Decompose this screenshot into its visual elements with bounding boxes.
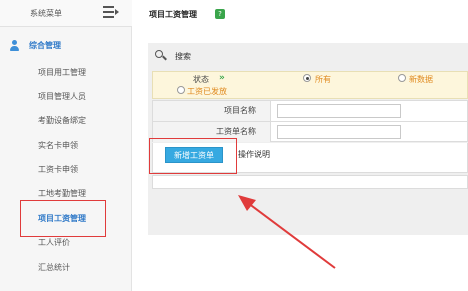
page-title: 项目工资管理 [149, 10, 197, 19]
form-row-project-name: 项目名称 [153, 101, 468, 122]
project-name-input[interactable] [277, 104, 401, 118]
filter-form: 项目名称 工资单名称 [152, 100, 468, 142]
payroll-name-input[interactable] [277, 125, 401, 139]
person-icon [9, 40, 20, 52]
radio-all-label[interactable]: 所有 [315, 74, 331, 85]
radio-all[interactable] [303, 74, 311, 82]
sidebar-item-payroll-card[interactable]: 工资卡申领 [38, 164, 78, 175]
sidebar-title: 系统菜单 [30, 9, 62, 18]
radio-wages-paid[interactable] [177, 86, 185, 94]
search-label: 搜索 [175, 52, 191, 61]
sidebar: 系统菜单 综合管理 项目用工管理 项目管理人员 考勤设备绑定 实名卡申领 工资卡… [0, 0, 132, 291]
sidebar-section-label: 综合管理 [29, 41, 61, 50]
sidebar-item-id-card[interactable]: 实名卡申领 [38, 140, 78, 151]
status-label: 状态 [193, 75, 209, 84]
status-filter: 状态 » 所有 新数据 工资已发放 [152, 71, 468, 99]
menu-toggle-icon[interactable] [103, 5, 119, 19]
sidebar-item-site-attendance[interactable]: 工地考勤管理 [38, 188, 86, 199]
sidebar-highlight-box [20, 200, 106, 237]
search-row[interactable]: 搜索 [148, 46, 468, 66]
radio-new-data-label[interactable]: 新数据 [409, 74, 433, 85]
button-highlight-box [149, 138, 237, 174]
sidebar-item-project-labor[interactable]: 项目用工管理 [38, 67, 86, 78]
results-area [152, 175, 468, 189]
sidebar-header: 系统菜单 [0, 0, 132, 27]
search-icon [155, 50, 167, 62]
radio-new-data[interactable] [398, 74, 406, 82]
radio-wages-paid-label[interactable]: 工资已发放 [187, 86, 227, 97]
instructions-link[interactable]: 操作说明 [238, 149, 270, 160]
double-chevron-icon: » [219, 73, 225, 83]
sidebar-item-attendance-device[interactable]: 考勤设备绑定 [38, 115, 86, 126]
sidebar-item-project-managers[interactable]: 项目管理人员 [38, 91, 86, 102]
project-name-label: 项目名称 [153, 101, 271, 121]
sidebar-item-summary[interactable]: 汇总统计 [38, 262, 70, 273]
sidebar-item-worker-rating[interactable]: 工人评价 [38, 237, 70, 248]
help-icon[interactable]: ? [215, 9, 225, 19]
